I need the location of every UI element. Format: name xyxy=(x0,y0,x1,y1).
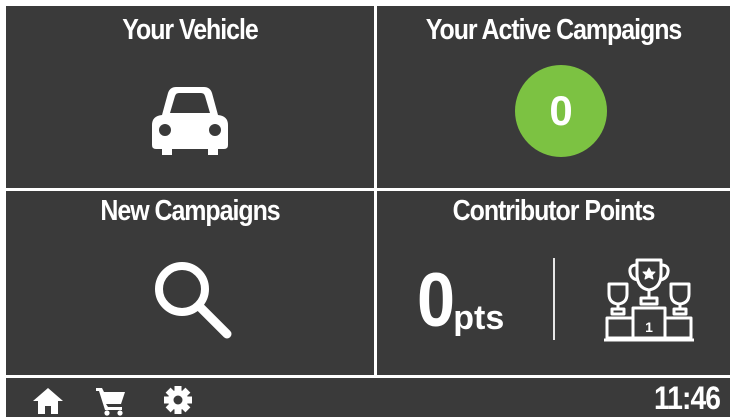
contributor-points-tile[interactable]: Contributor Points 0 pts 1 xyxy=(377,191,730,375)
active-campaigns-tile[interactable]: Your Active Campaigns 0 xyxy=(377,6,730,188)
search-icon xyxy=(155,262,232,339)
home-icon[interactable] xyxy=(31,384,65,416)
gear-icon[interactable] xyxy=(161,384,195,416)
bottom-bar: 11:46 xyxy=(6,378,730,417)
trophy-podium-icon: 1 xyxy=(604,258,694,342)
dashboard-screen: Your Vehicle Your Active Campaigns 0 New… xyxy=(0,0,736,417)
cart-icon[interactable] xyxy=(94,384,128,416)
your-vehicle-title: Your Vehicle xyxy=(122,14,259,46)
points-divider xyxy=(553,258,555,340)
points-readout: 0 pts xyxy=(417,259,504,339)
podium-rank-label: 1 xyxy=(645,319,653,335)
your-vehicle-tile[interactable]: Your Vehicle xyxy=(6,6,374,188)
active-campaigns-title: Your Active Campaigns xyxy=(425,14,683,46)
car-icon xyxy=(152,87,228,155)
active-campaigns-count-badge: 0 xyxy=(515,65,607,157)
points-unit: pts xyxy=(453,299,505,337)
contributor-points-title: Contributor Points xyxy=(452,195,656,227)
points-value: 0 xyxy=(417,258,455,343)
new-campaigns-tile[interactable]: New Campaigns xyxy=(6,191,374,375)
new-campaigns-title: New Campaigns xyxy=(100,195,280,227)
clock-time: 11:46 xyxy=(653,380,721,416)
